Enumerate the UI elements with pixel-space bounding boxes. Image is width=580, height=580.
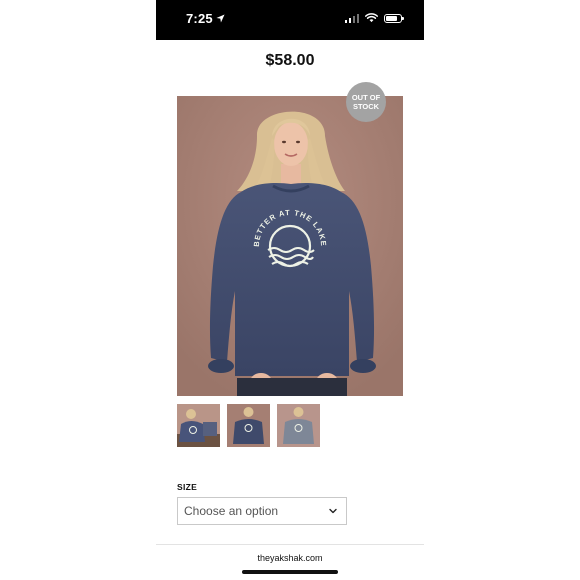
home-indicator[interactable] (242, 570, 338, 574)
thumbnail-gallery (177, 404, 320, 447)
out-of-stock-badge: OUT OF STOCK (346, 82, 386, 122)
battery-icon (384, 13, 404, 23)
thumbnail-3[interactable] (277, 404, 320, 447)
size-select[interactable]: Choose an option (177, 497, 347, 525)
thumbnail-2[interactable] (227, 404, 270, 447)
product-price: $58.00 (265, 52, 315, 69)
browser-url[interactable]: theyakshak.com (156, 553, 424, 563)
product-main-image[interactable]: BETTER AT THE LAKE (177, 96, 403, 396)
location-arrow-icon (216, 14, 225, 23)
model-photo: BETTER AT THE LAKE (177, 96, 403, 396)
badge-line-2: STOCK (352, 102, 380, 111)
status-bar: 7:25 (156, 0, 424, 40)
phone-screen: 7:25 $58.00 OUT OF STOCK BETTER AT THE L… (156, 0, 424, 580)
time-text: 7:25 (186, 11, 213, 26)
badge-line-1: OUT OF (351, 93, 381, 102)
chevron-down-icon (329, 508, 337, 514)
browser-divider (156, 544, 424, 545)
size-label: SIZE (177, 482, 198, 492)
status-icons (344, 13, 404, 23)
signal-icon (344, 13, 359, 23)
status-time: 7:25 (186, 11, 225, 26)
wifi-icon (365, 13, 378, 23)
size-select-value: Choose an option (184, 504, 279, 518)
thumbnail-1[interactable] (177, 404, 220, 447)
